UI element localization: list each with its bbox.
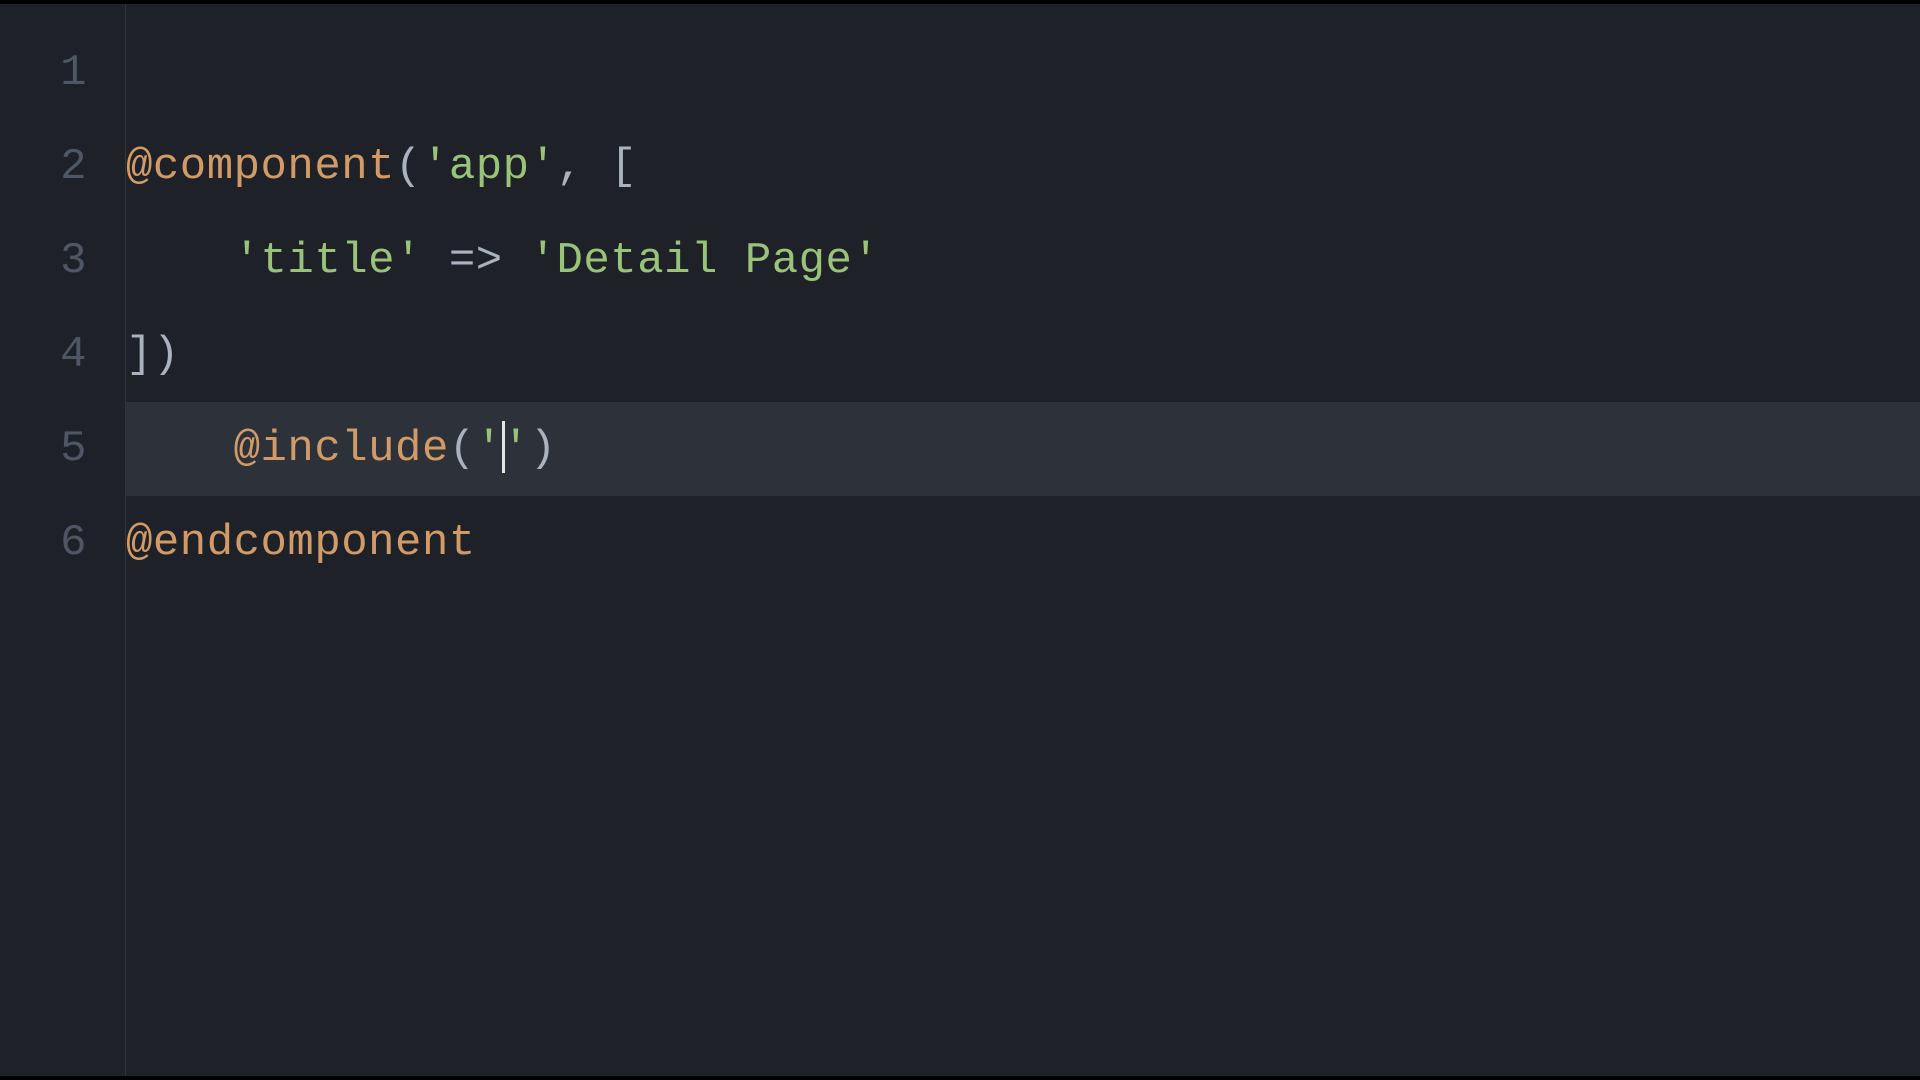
code-token: ] [126, 333, 153, 377]
line-number: 3 [0, 214, 125, 308]
code-token: => [449, 239, 503, 283]
code-line[interactable]: 'title' => 'Detail Page' [126, 214, 1920, 308]
code-token [126, 427, 234, 471]
line-number: 6 [0, 496, 125, 590]
code-editor[interactable]: 123456 @component('app', [ 'title' => 'D… [0, 0, 1920, 1080]
code-area[interactable]: @component('app', [ 'title' => 'Detail P… [126, 4, 1920, 1076]
code-line[interactable]: ]) [126, 308, 1920, 402]
code-token: ' [503, 427, 530, 471]
code-token: 'Detail Page' [530, 239, 880, 283]
code-token: @include [234, 427, 449, 471]
code-token: ' [476, 427, 503, 471]
line-number: 5 [0, 402, 125, 496]
code-line[interactable]: @endcomponent [126, 496, 1920, 590]
code-token: 'title' [234, 239, 422, 283]
code-line[interactable] [126, 26, 1920, 120]
code-token [503, 239, 530, 283]
line-number-gutter: 123456 [0, 4, 126, 1076]
code-token: 'app' [422, 145, 557, 189]
code-token [422, 239, 449, 283]
text-cursor [502, 421, 505, 473]
code-line[interactable]: @include('') [126, 402, 1920, 496]
code-token: ( [395, 145, 422, 189]
code-token: ( [449, 427, 476, 471]
code-token: ) [530, 427, 557, 471]
code-token: , [556, 145, 610, 189]
line-number: 2 [0, 120, 125, 214]
code-token: @component [126, 145, 395, 189]
code-token: @endcomponent [126, 521, 476, 565]
code-token: ) [153, 333, 180, 377]
line-number: 1 [0, 26, 125, 120]
code-token [126, 239, 234, 283]
code-token: [ [610, 145, 637, 189]
line-number: 4 [0, 308, 125, 402]
code-line[interactable]: @component('app', [ [126, 120, 1920, 214]
